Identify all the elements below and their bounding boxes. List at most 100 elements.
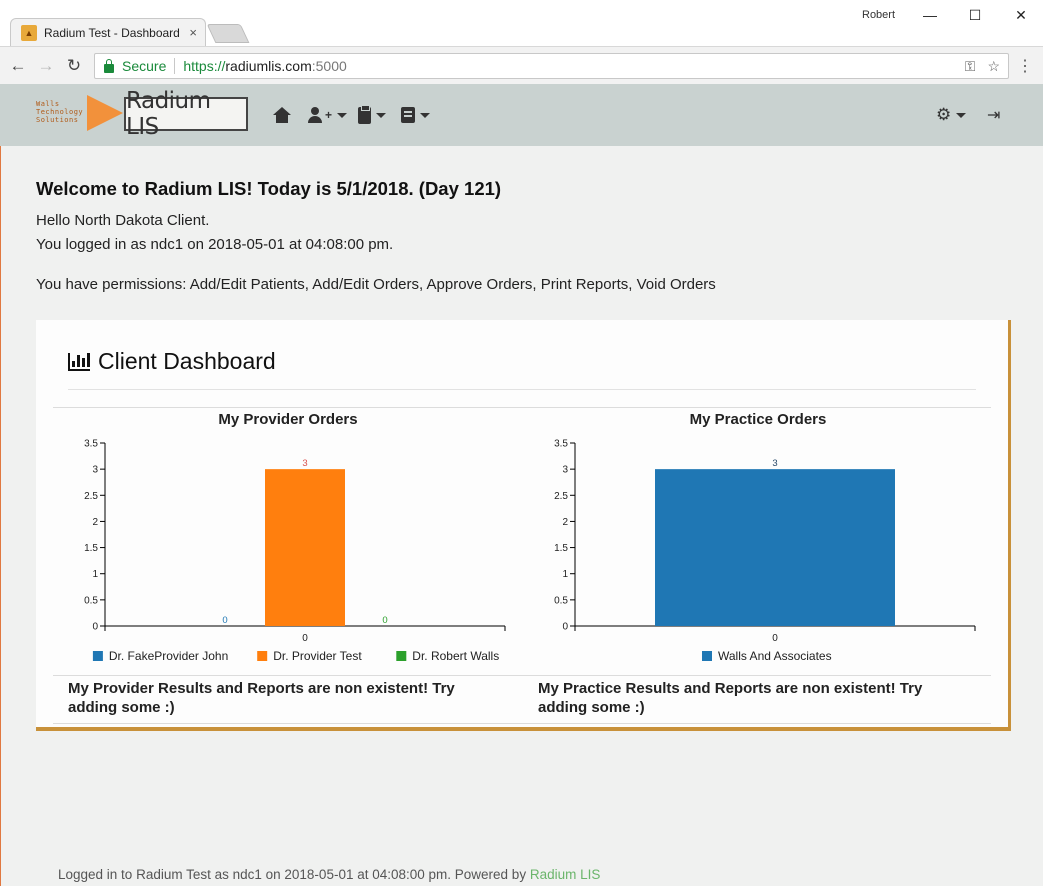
provider-results-message: My Provider Results and Reports are non … bbox=[68, 680, 455, 716]
divider bbox=[53, 675, 991, 676]
plus-icon: + bbox=[325, 108, 333, 122]
page-footer: Logged in to Radium Test as ndc1 on 2018… bbox=[58, 867, 600, 882]
login-info: You logged in as ndc1 on 2018-05-01 at 0… bbox=[36, 236, 394, 253]
url-input[interactable]: Secure https:// radiumlis.com :5000 ⚿ ☆ bbox=[94, 53, 1009, 79]
page-edge bbox=[0, 146, 1, 886]
x-tick-label: 0 bbox=[772, 633, 778, 644]
favicon-icon: ▲ bbox=[21, 24, 37, 41]
nav-reports-dropdown[interactable] bbox=[401, 104, 430, 126]
y-tick-label: 3 bbox=[92, 465, 98, 476]
omnibox-actions: ⚿ ☆ bbox=[965, 58, 1000, 75]
chart-title: My Practice Orders bbox=[690, 411, 827, 428]
secure-label: Secure bbox=[122, 58, 167, 74]
reload-icon[interactable]: ↻ bbox=[63, 55, 85, 77]
brand-arrow-icon bbox=[87, 95, 123, 131]
legend-swatch bbox=[702, 651, 712, 661]
brand-line: Technology bbox=[36, 108, 84, 116]
add-user-icon bbox=[308, 107, 326, 123]
y-tick-label: 2 bbox=[92, 517, 98, 528]
data-label: 0 bbox=[222, 615, 227, 626]
welcome-heading: Welcome to Radium LIS! Today is 5/1/2018… bbox=[36, 178, 502, 199]
gears-icon: ⚙ bbox=[936, 105, 952, 124]
client-dashboard-panel: Client Dashboard My Provider Orders 0 0.5 1… bbox=[36, 320, 1011, 731]
app-navbar: Walls Technology Solutions Radium LIS + … bbox=[0, 84, 1043, 146]
new-tab-button[interactable] bbox=[206, 24, 250, 43]
back-icon[interactable]: ← bbox=[7, 55, 29, 77]
footer-text: Logged in to Radium Test as ndc1 on 2018… bbox=[58, 867, 530, 882]
url-port: :5000 bbox=[311, 58, 347, 74]
legend-label: Walls And Associates bbox=[718, 649, 832, 663]
y-tick-label: 1 bbox=[562, 569, 568, 580]
provider-orders-chart: My Provider Orders 0 0.5 1 1.5 2 2.5 3 3.5 0 0 3 0 Dr… bbox=[84, 411, 506, 663]
y-tick-label: 2.5 bbox=[554, 491, 568, 502]
key-icon[interactable]: ⚿ bbox=[965, 58, 976, 75]
browser-titlebar: ▲ Radium Test - Dashboard × Robert — ☐ ✕ bbox=[0, 0, 1043, 46]
y-tick-label: 0 bbox=[562, 622, 568, 633]
y-tick-label: 3.5 bbox=[554, 439, 568, 450]
url-separator bbox=[174, 58, 176, 74]
practice-orders-chart: My Practice Orders 0 0.5 1 1.5 2 2.5 3 3.5 0 3 Wall… bbox=[554, 411, 976, 663]
y-tick-label: 1.5 bbox=[84, 543, 98, 554]
clipboard-icon bbox=[358, 104, 371, 124]
lock-icon bbox=[104, 58, 114, 73]
divider bbox=[68, 389, 976, 390]
y-tick-label: 0.5 bbox=[554, 595, 568, 606]
url-host: radiumlis.com bbox=[225, 58, 312, 74]
close-window-icon[interactable]: ✕ bbox=[1006, 4, 1036, 26]
y-tick-label: 3 bbox=[562, 465, 568, 476]
brand-line: Solutions bbox=[36, 116, 79, 124]
y-tick-label: 2 bbox=[562, 517, 568, 528]
brand-company: Walls Technology Solutions bbox=[36, 100, 83, 124]
caret-down-icon bbox=[956, 112, 967, 118]
caret-down-icon bbox=[337, 112, 348, 118]
nav-settings-dropdown[interactable]: ⚙ bbox=[936, 104, 967, 126]
dashboard-title-text: Client Dashboard bbox=[98, 348, 276, 374]
browser-tab[interactable]: ▲ Radium Test - Dashboard × bbox=[10, 18, 206, 46]
tab-title: Radium Test - Dashboard bbox=[44, 25, 180, 40]
bar-chart-icon bbox=[68, 352, 90, 371]
nav-patients-dropdown[interactable]: + bbox=[308, 104, 348, 126]
practice-results-message: My Practice Results and Reports are non … bbox=[538, 680, 923, 716]
brand-logo[interactable]: Radium LIS bbox=[124, 88, 248, 140]
legend-swatch bbox=[257, 651, 268, 661]
url-scheme: https:// bbox=[183, 58, 226, 74]
forward-icon[interactable]: → bbox=[35, 55, 57, 77]
hello-text: Hello North Dakota Client. bbox=[36, 212, 210, 229]
browser-menu-icon[interactable]: ⋮ bbox=[1017, 56, 1033, 76]
sign-out-icon: ⇥ bbox=[987, 107, 1001, 124]
legend-label: Dr. FakeProvider John bbox=[109, 649, 228, 663]
legend-swatch bbox=[92, 651, 103, 661]
close-tab-icon[interactable]: × bbox=[189, 25, 197, 40]
legend-label: Dr. Provider Test bbox=[273, 649, 362, 663]
y-tick-label: 0 bbox=[92, 622, 98, 633]
y-tick-label: 0.5 bbox=[84, 595, 98, 606]
book-icon bbox=[401, 107, 415, 123]
bar bbox=[265, 469, 345, 626]
nav-home[interactable] bbox=[273, 104, 291, 126]
legend-swatch bbox=[396, 651, 407, 661]
chart-title: My Provider Orders bbox=[218, 411, 357, 428]
caret-down-icon bbox=[376, 112, 386, 118]
y-tick-label: 2.5 bbox=[84, 491, 98, 502]
profile-name[interactable]: Robert bbox=[862, 9, 895, 21]
nav-sign-out[interactable]: ⇥ bbox=[987, 104, 1000, 126]
data-label: 3 bbox=[302, 458, 307, 469]
caret-down-icon bbox=[420, 112, 430, 118]
footer-link[interactable]: Radium LIS bbox=[530, 867, 601, 882]
divider bbox=[53, 723, 991, 724]
nav-orders-dropdown[interactable] bbox=[358, 104, 386, 126]
data-label: 3 bbox=[772, 458, 777, 469]
brand-line: Walls bbox=[36, 100, 60, 108]
y-tick-label: 3.5 bbox=[84, 439, 98, 450]
x-tick-label: 0 bbox=[302, 633, 308, 644]
permissions-text: You have permissions: Add/Edit Patients,… bbox=[36, 276, 716, 293]
bookmark-star-icon[interactable]: ☆ bbox=[987, 58, 1000, 75]
bar bbox=[655, 469, 895, 626]
minimize-icon[interactable]: — bbox=[915, 4, 945, 26]
data-label: 0 bbox=[382, 615, 387, 626]
y-tick-label: 1.5 bbox=[554, 543, 568, 554]
dashboard-title: Client Dashboard bbox=[68, 348, 276, 375]
home-icon bbox=[273, 107, 291, 123]
y-tick-label: 1 bbox=[92, 569, 98, 580]
maximize-icon[interactable]: ☐ bbox=[960, 4, 990, 26]
